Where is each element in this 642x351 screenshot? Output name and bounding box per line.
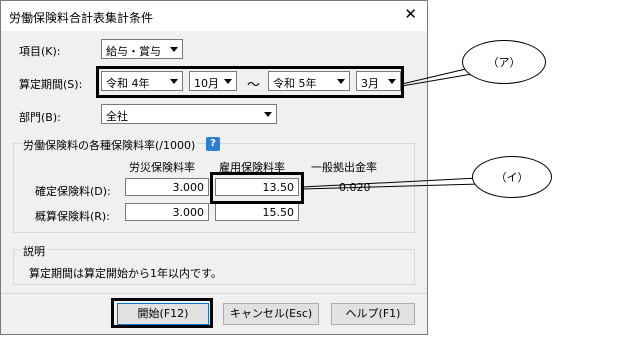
callout-label-a: （ア） [462,40,546,84]
callout-label-a-text: （ア） [487,56,521,69]
callout-label-i-text: （イ） [495,171,529,184]
callout-label-i: （イ） [472,156,552,198]
